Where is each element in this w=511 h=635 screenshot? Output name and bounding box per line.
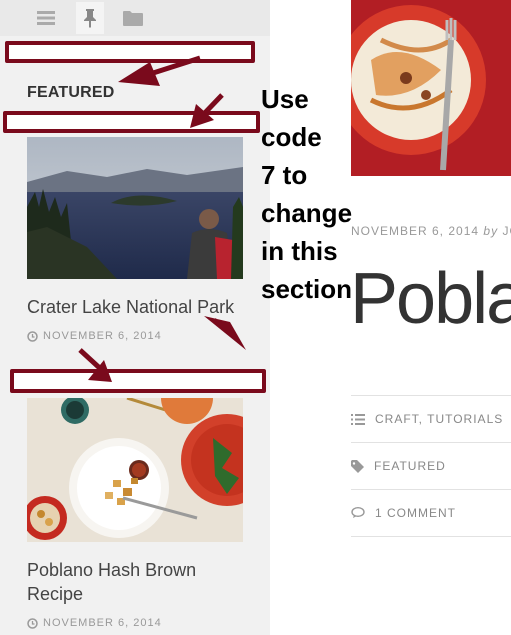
annotation-line: code [261,122,322,152]
annotation-line: section [261,274,353,304]
tags-link[interactable]: FEATURED [374,459,446,473]
post-meta-by: by [483,224,499,238]
tab-folder[interactable] [119,2,147,34]
featured-image[interactable] [351,0,511,176]
clock-icon [27,330,38,342]
menu-icon [37,11,55,25]
redacted-bar [3,111,260,133]
annotation-note: Use code 7 to change in this section [261,80,352,308]
post-date-text: NOVEMBER 6, 2014 [43,330,162,342]
annotation-line: change [261,198,353,228]
post-thumbnail-poblano[interactable] [27,398,243,542]
post-date: NOVEMBER 6, 2014 [27,330,162,342]
tag-icon [351,459,364,473]
sidebar-tabbar [0,0,270,36]
post-date: NOVEMBER 6, 2014 [27,617,162,629]
annotation-line: Use [261,84,309,114]
folder-icon [123,10,143,26]
clock-icon [27,617,38,629]
annotation-line: in this [261,236,338,266]
sidebar: FEATURED Crater Lake National Park NOVEM… [0,0,270,635]
categories-link[interactable]: CRAFT, TUTORIALS [375,412,503,426]
post-meta: NOVEMBER 6, 2014 by JO [351,224,511,238]
sidebar-heading: FEATURED [27,84,115,101]
tab-featured[interactable] [76,2,104,34]
comments-link[interactable]: 1 COMMENT [375,506,456,520]
redacted-bar [10,369,266,393]
redacted-bar [5,41,255,63]
post-meta-date: NOVEMBER 6, 2014 [351,224,480,238]
post-title-poblano[interactable]: Poblano Hash Brown Recipe [27,558,247,606]
post-title: Pobla [350,259,511,339]
annotation-line: 7 to [261,160,308,190]
comment-icon [351,507,365,519]
post-meta-author[interactable]: JO [502,224,511,238]
post-comments: 1 COMMENT [351,489,511,537]
post-thumbnail-crater-lake[interactable] [27,137,243,279]
list-icon [351,413,365,425]
post-date-text: NOVEMBER 6, 2014 [43,617,162,629]
tab-menu[interactable] [32,2,60,34]
post-tags: FEATURED [351,442,511,489]
post-title-crater-lake[interactable]: Crater Lake National Park [27,295,247,319]
post-categories: CRAFT, TUTORIALS [351,395,511,442]
pin-icon [83,8,97,28]
